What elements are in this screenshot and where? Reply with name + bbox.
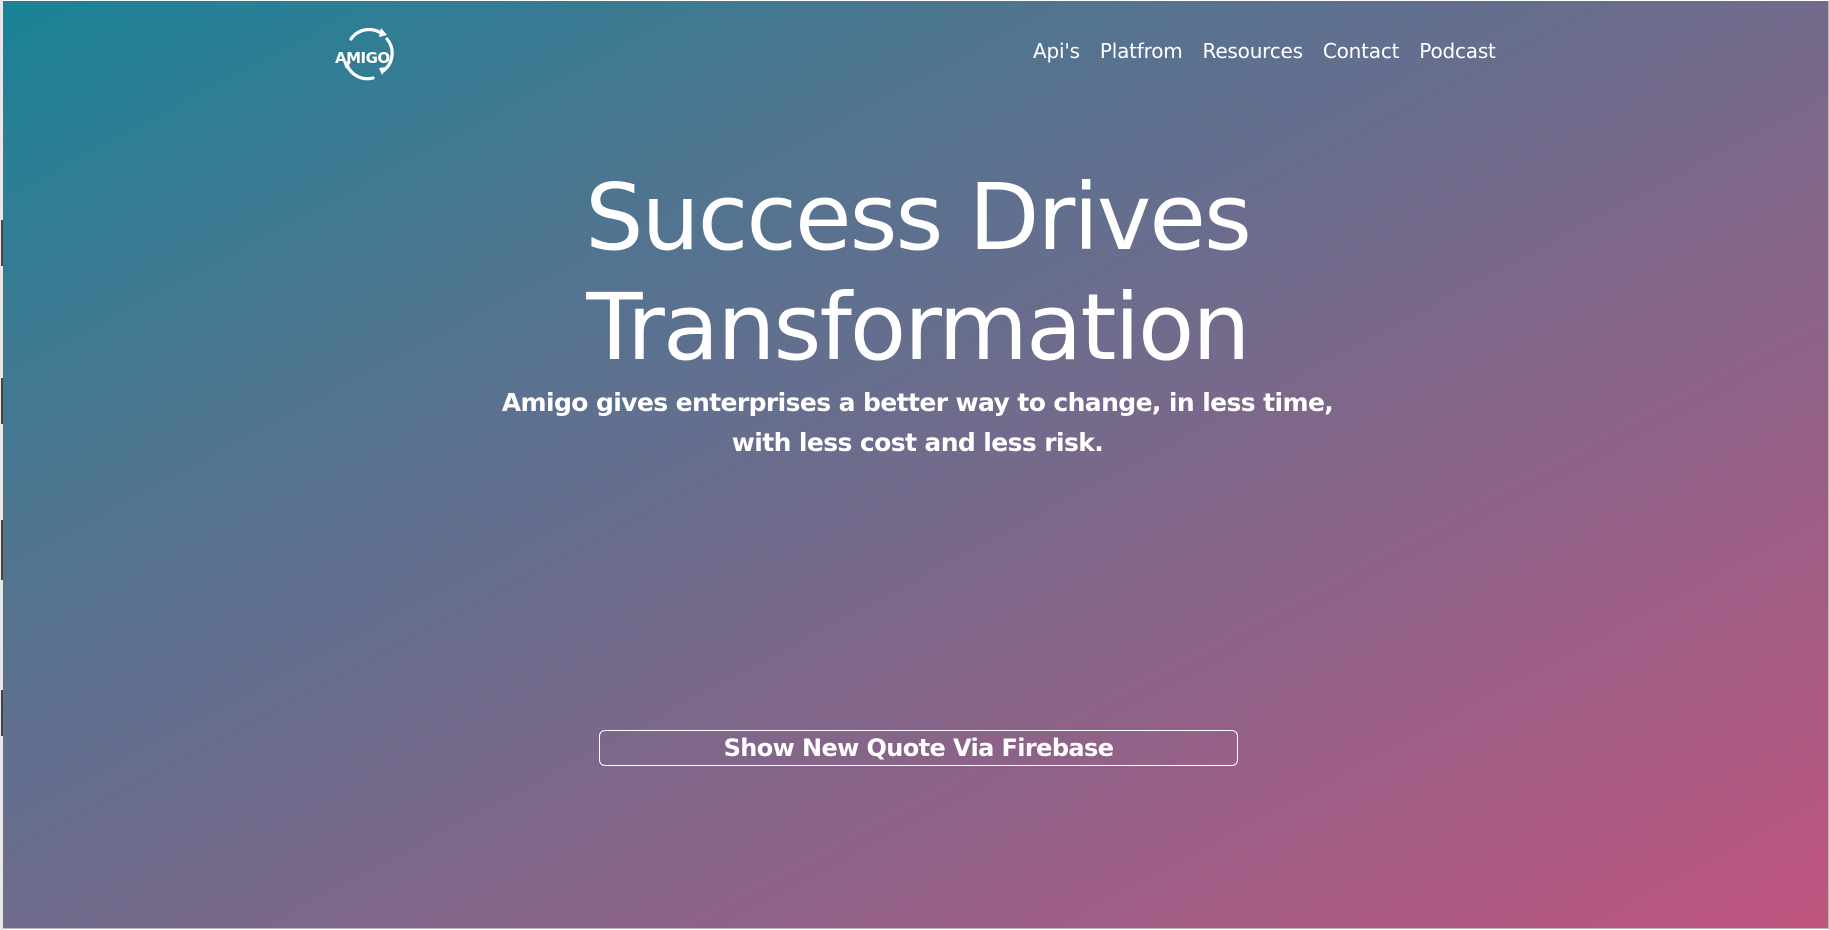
hero-subtitle: Amigo gives enterprises a better way to … <box>3 383 1828 463</box>
hero-subtitle-line-1: Amigo gives enterprises a better way to … <box>501 388 1334 417</box>
nav-item-podcast[interactable]: Podcast <box>1419 39 1496 63</box>
show-new-quote-button[interactable]: Show New Quote Via Firebase <box>599 730 1238 766</box>
logo-text: AMIGO <box>335 49 390 67</box>
nav-item-apis[interactable]: Api's <box>1033 39 1080 63</box>
hero-section: AMIGO Api's Platfrom Resources Contact P… <box>3 1 1829 929</box>
main-nav: Api's Platfrom Resources Contact Podcast <box>1033 39 1496 63</box>
nav-item-platform[interactable]: Platfrom <box>1100 39 1183 63</box>
hero-subtitle-line-2: with less cost and less risk. <box>731 428 1104 457</box>
hero-title-line-2: Transformation <box>586 274 1250 381</box>
hero-title-line-1: Success Drives <box>585 164 1252 271</box>
brand-logo[interactable]: AMIGO <box>331 25 397 81</box>
nav-item-resources[interactable]: Resources <box>1203 39 1304 63</box>
hero-title: Success Drives Transformation <box>3 163 1828 383</box>
nav-item-contact[interactable]: Contact <box>1323 39 1400 63</box>
